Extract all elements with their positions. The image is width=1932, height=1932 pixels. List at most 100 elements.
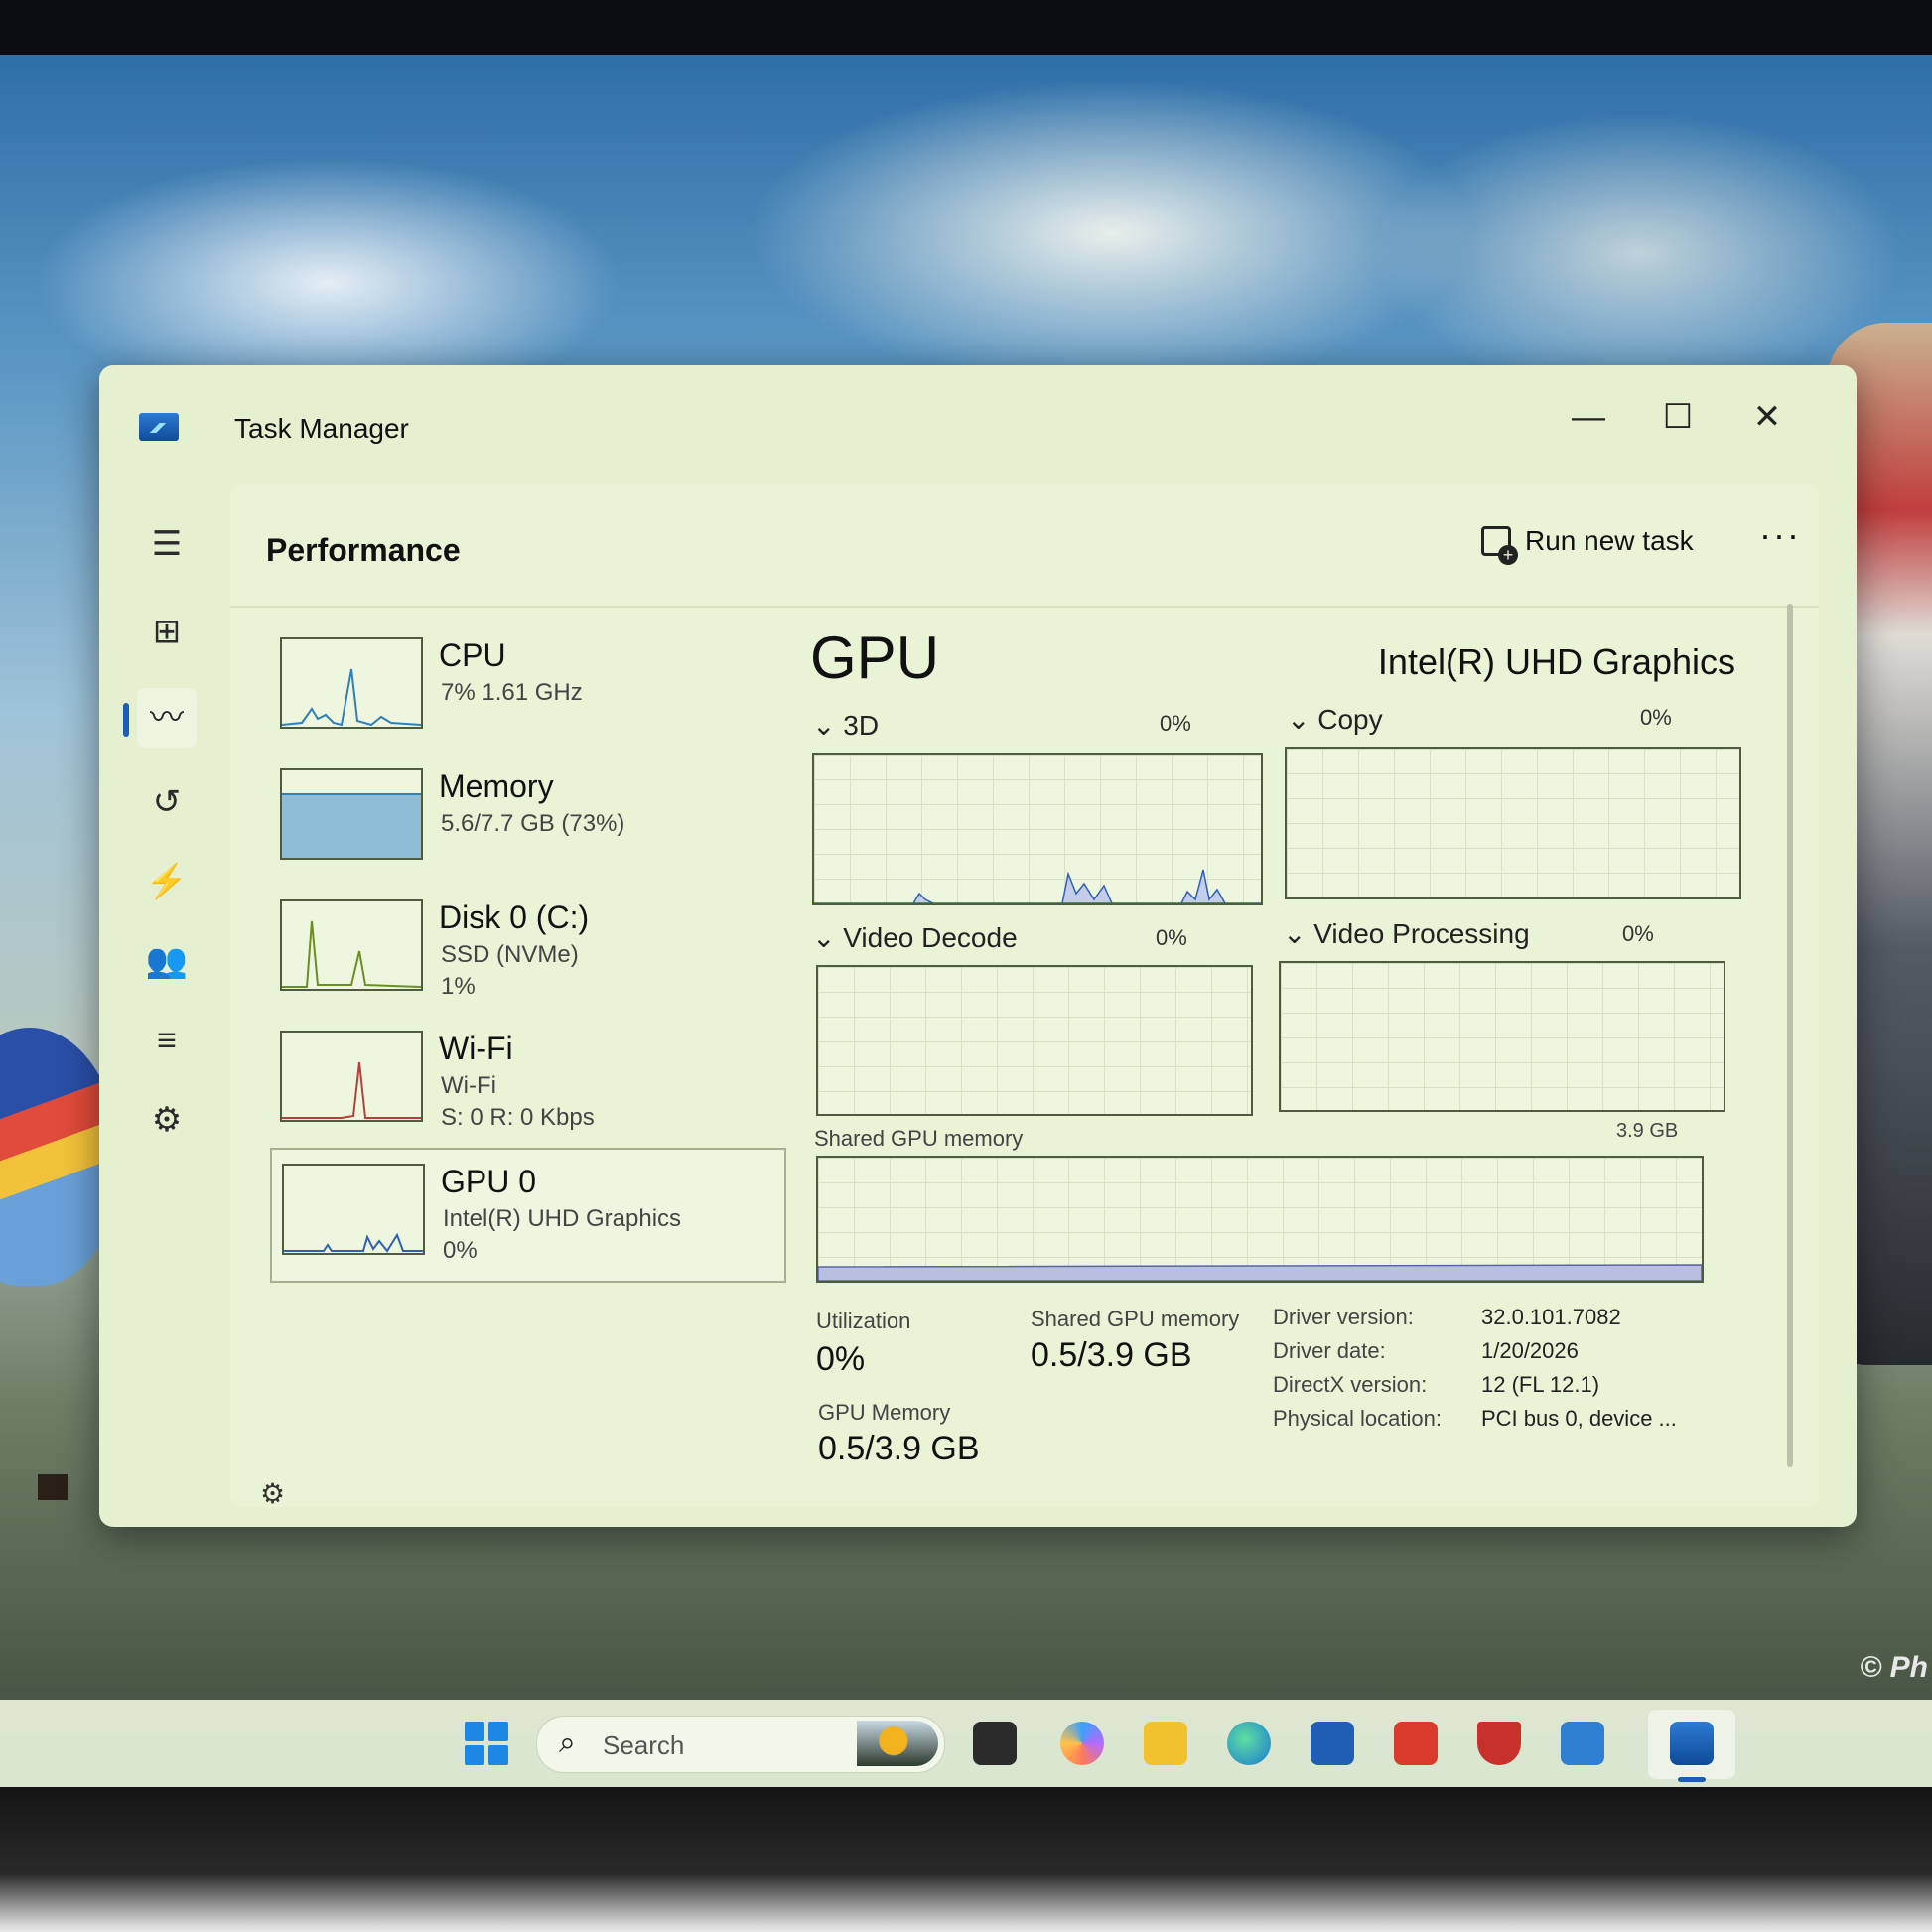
directx-version-value: 12 (FL 12.1): [1481, 1372, 1600, 1397]
gpu-memory-value: 0.5/3.9 GB: [818, 1430, 980, 1467]
engine-video-decode-graph: [816, 965, 1253, 1116]
device-detail: Wi-Fi: [441, 1072, 496, 1099]
driver-version-label: Driver version:: [1273, 1305, 1414, 1329]
device-list: CPU 7% 1.61 GHz Memory 5.6/7.7 GB (73%) …: [270, 623, 786, 1283]
balloon-basket-image: [38, 1474, 68, 1500]
shared-memory-label: Shared GPU memory: [1031, 1307, 1240, 1331]
users-icon[interactable]: 👥: [137, 931, 197, 991]
utilization-label: Utilization: [816, 1309, 911, 1333]
utilization-value: 0%: [816, 1340, 866, 1378]
driver-date-value: 1/20/2026: [1481, 1338, 1579, 1363]
outlook-icon[interactable]: [1561, 1722, 1604, 1765]
startup-apps-icon[interactable]: ⚡: [137, 852, 197, 911]
app-history-icon[interactable]: ↺: [137, 772, 197, 832]
gpu-heading: GPU: [810, 624, 940, 691]
minimize-button[interactable]: —: [1554, 387, 1623, 447]
device-memory[interactable]: Memory 5.6/7.7 GB (73%): [270, 755, 786, 886]
gpu-detail-pane: GPU Intel(R) UHD Graphics ⌄ 3D 0% ⌄ Copy…: [802, 623, 1785, 1497]
performance-page: Performance Run new task ··· CPU 7% 1.61…: [230, 484, 1819, 1510]
title-bar[interactable]: Task Manager — ☐ ✕: [99, 365, 1857, 475]
task-manager-app-icon: [139, 413, 179, 441]
engine-3d-percent: 0%: [1160, 711, 1191, 736]
engine-copy-dropdown[interactable]: ⌄ Copy: [1287, 703, 1383, 736]
active-nav-indicator: [123, 703, 129, 737]
physical-location-label: Physical location:: [1273, 1406, 1442, 1431]
disk-thumbnail-graph: [280, 899, 423, 991]
device-name: Memory: [439, 768, 554, 804]
shared-memory-graph-label: Shared GPU memory: [814, 1126, 1024, 1151]
close-button[interactable]: ✕: [1732, 387, 1802, 447]
device-name: CPU: [439, 637, 506, 673]
hamburger-menu-icon[interactable]: ☰: [137, 514, 197, 574]
device-name: Wi-Fi: [439, 1031, 513, 1066]
gpu-model-name: Intel(R) UHD Graphics: [1377, 641, 1735, 682]
copilot-icon[interactable]: [1060, 1722, 1104, 1765]
device-gpu[interactable]: GPU 0 Intel(R) UHD Graphics 0%: [270, 1148, 786, 1283]
wallpaper-credit: © Ph: [1860, 1651, 1928, 1684]
shared-memory-graph-max: 3.9 GB: [1616, 1120, 1679, 1142]
engine-label: Video Processing: [1313, 918, 1530, 949]
engine-video-decode-dropdown[interactable]: ⌄ Video Decode: [812, 921, 1018, 954]
laptop-bezel: [0, 1787, 1932, 1932]
driver-date-label: Driver date:: [1273, 1338, 1386, 1363]
windows-start-icon[interactable]: [465, 1722, 508, 1765]
task-manager-window: Task Manager — ☐ ✕ ☰ ⊞ 〰 ↺ ⚡ 👥 ≡ ⚙ Perfo…: [99, 365, 1857, 1527]
engine-label: 3D: [843, 710, 880, 741]
directx-version-label: DirectX version:: [1273, 1372, 1428, 1397]
edge-browser-icon[interactable]: [1227, 1722, 1271, 1765]
engine-label: Copy: [1317, 704, 1383, 735]
active-app-indicator: [1678, 1777, 1706, 1782]
task-view-icon[interactable]: [973, 1722, 1017, 1765]
wifi-thumbnail-graph: [280, 1031, 423, 1122]
engine-copy-graph: [1285, 747, 1741, 899]
file-explorer-icon[interactable]: [1144, 1722, 1187, 1765]
engine-3d-graph: [812, 753, 1263, 905]
gpu-thumbnail-graph: [282, 1164, 425, 1255]
task-manager-taskbar-icon[interactable]: [1670, 1722, 1714, 1765]
engine-video-processing-percent: 0%: [1622, 921, 1654, 946]
device-detail: 7% 1.61 GHz: [441, 679, 583, 706]
run-new-task-label: Run new task: [1525, 525, 1694, 556]
microsoft-store-icon[interactable]: [1311, 1722, 1354, 1765]
shared-memory-graph: [816, 1156, 1704, 1283]
header-divider: [230, 606, 1819, 608]
device-wifi[interactable]: Wi-Fi Wi-Fi S: 0 R: 0 Kbps: [270, 1017, 786, 1148]
settings-gear-icon[interactable]: ⚙: [260, 1477, 285, 1510]
device-name: Disk 0 (C:): [439, 899, 590, 935]
engine-3d-dropdown[interactable]: ⌄ 3D: [812, 709, 879, 742]
page-title: Performance: [266, 532, 461, 568]
device-name: GPU 0: [441, 1164, 537, 1199]
search-highlight-image: [857, 1721, 938, 1766]
search-placeholder: Search: [603, 1730, 685, 1760]
navigation-rail: ☰ ⊞ 〰 ↺ ⚡ 👥 ≡ ⚙: [99, 484, 228, 1517]
run-new-task-button[interactable]: Run new task: [1481, 516, 1694, 566]
device-detail: Intel(R) UHD Graphics: [443, 1205, 682, 1232]
device-detail-2: 1%: [441, 973, 476, 1000]
performance-icon[interactable]: 〰: [137, 688, 197, 748]
taskbar: ⌕ Search: [0, 1700, 1932, 1787]
physical-location-value: PCI bus 0, device ...: [1481, 1406, 1677, 1431]
processes-icon[interactable]: ⊞: [137, 602, 197, 661]
gpu-memory-label: GPU Memory: [818, 1400, 951, 1425]
maximize-button[interactable]: ☐: [1643, 387, 1713, 447]
lenovo-app-icon[interactable]: [1394, 1722, 1438, 1765]
mcafee-icon[interactable]: [1477, 1722, 1521, 1765]
engine-video-processing-graph: [1279, 961, 1725, 1112]
device-cpu[interactable]: CPU 7% 1.61 GHz: [270, 623, 786, 755]
engine-video-decode-percent: 0%: [1156, 925, 1187, 950]
more-options-icon[interactable]: ···: [1759, 514, 1801, 556]
device-detail: SSD (NVMe): [441, 941, 579, 968]
taskbar-search-box[interactable]: ⌕ Search: [536, 1716, 945, 1773]
services-icon[interactable]: ⚙: [137, 1090, 197, 1150]
engine-video-processing-dropdown[interactable]: ⌄ Video Processing: [1283, 917, 1530, 950]
run-task-icon: [1481, 526, 1518, 565]
cpu-thumbnail-graph: [280, 637, 423, 729]
device-detail-2: S: 0 R: 0 Kbps: [441, 1104, 595, 1131]
device-detail: 5.6/7.7 GB (73%): [441, 810, 625, 837]
device-disk[interactable]: Disk 0 (C:) SSD (NVMe) 1%: [270, 886, 786, 1017]
window-title: Task Manager: [234, 413, 409, 444]
engine-label: Video Decode: [843, 922, 1018, 953]
details-icon[interactable]: ≡: [137, 1011, 197, 1070]
vertical-scrollbar[interactable]: [1787, 604, 1793, 1467]
memory-thumbnail-graph: [280, 768, 423, 860]
